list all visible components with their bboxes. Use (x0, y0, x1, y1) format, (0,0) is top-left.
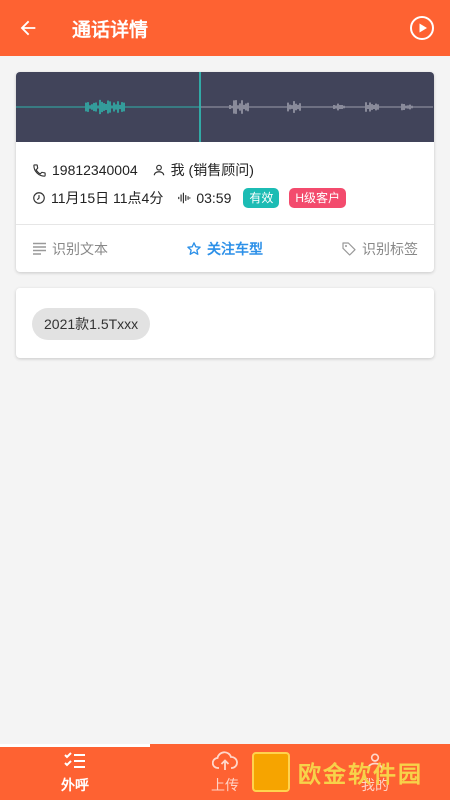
call-time: 11月15日 11点4分 (51, 190, 164, 206)
watermark-logo (252, 752, 290, 792)
recognized-text-button[interactable]: 识别文本 (32, 239, 108, 259)
status-badge: 有效 (243, 188, 280, 208)
clock-icon (32, 191, 46, 205)
recognized-text-label: 识别文本 (52, 240, 108, 257)
cloud-upload-icon (212, 750, 238, 772)
audio-wave-icon (177, 191, 191, 205)
recognized-tags-button[interactable]: 识别标签 (341, 239, 418, 259)
caller-row: 19812340004 我 (销售顾问) (32, 160, 254, 180)
person-icon (152, 163, 166, 177)
text-lines-icon (32, 242, 47, 255)
tag-icon (341, 241, 357, 257)
customer-level-badge: H级客户 (289, 188, 347, 208)
watermark-text: 欧金软件园 (298, 761, 423, 787)
page-title: 通话详情 (72, 19, 149, 41)
focus-model-button[interactable]: 关注车型 (186, 239, 263, 259)
car-model-chip[interactable]: 2021款1.5Txxx (32, 308, 151, 340)
audio-waveform[interactable] (16, 72, 434, 142)
focus-model-label: 关注车型 (207, 240, 263, 257)
action-bar: 识别文本 关注车型 识别标签 (16, 225, 434, 272)
call-list-icon (64, 750, 86, 772)
tab-outbound-label: 外呼 (61, 776, 89, 793)
phone-number[interactable]: 19812340004 (52, 162, 138, 178)
call-duration: 03:59 (196, 190, 232, 206)
arrow-back-icon (20, 20, 36, 36)
car-model-card: 2021款1.5Txxx (16, 288, 434, 358)
call-meta-row: 11月15日 11点4分 03:59 有效 H级客户 (32, 188, 347, 208)
waveform-graphic (16, 72, 433, 142)
play-button[interactable] (394, 0, 450, 56)
watermark: 欧金软件园 (252, 750, 444, 794)
phone-icon (32, 163, 47, 178)
star-outline-icon (186, 241, 202, 257)
back-button[interactable] (0, 0, 56, 56)
tab-outbound[interactable]: 外呼 (0, 744, 150, 800)
tab-upload-label: 上传 (211, 776, 239, 793)
play-circle-icon (410, 16, 434, 40)
app-bar: 通话详情 (0, 0, 450, 56)
recognized-tags-label: 识别标签 (362, 240, 418, 257)
owner-label: 我 (销售顾问) (170, 162, 254, 178)
call-detail-card: 19812340004 我 (销售顾问) 11月15日 11点4分 03:59 … (16, 72, 434, 272)
